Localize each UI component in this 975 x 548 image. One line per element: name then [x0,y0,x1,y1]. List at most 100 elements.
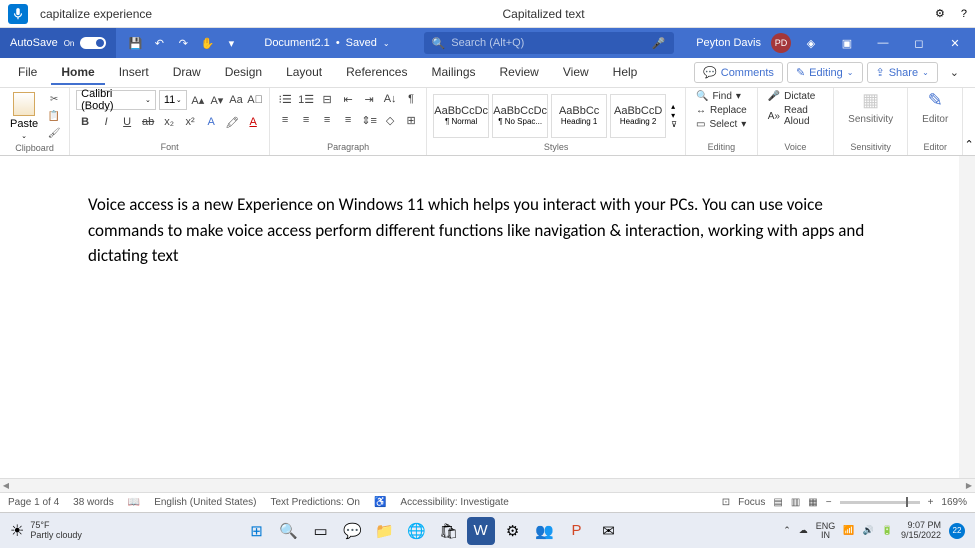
subscript-button[interactable]: x₂ [160,113,178,131]
text-effects-icon[interactable]: A [202,113,220,131]
word-icon[interactable]: W [467,517,495,545]
mic-search-icon[interactable]: 🎤 [652,37,666,50]
numbering-icon[interactable]: 1☰ [297,90,315,108]
comments-button[interactable]: 💬Comments [694,62,783,83]
autosave-toggle[interactable]: AutoSave On [0,28,116,58]
show-marks-icon[interactable]: ¶ [402,90,420,108]
tab-references[interactable]: References [336,61,417,85]
minimize-button[interactable]: — [867,32,899,54]
widgets-icon[interactable]: 💬 [339,517,367,545]
font-size-select[interactable]: 11⌄ [159,90,187,110]
teams-icon[interactable]: 👥 [531,517,559,545]
highlight-icon[interactable]: 🖍 [223,113,241,131]
zoom-slider[interactable] [840,501,920,504]
focus-icon[interactable]: ⊡ [722,497,730,508]
microphone-icon[interactable] [8,4,28,24]
style--normal[interactable]: AaBbCcDc¶ Normal [433,94,489,138]
page-count[interactable]: Page 1 of 4 [8,497,59,508]
strikethrough-button[interactable]: ab [139,113,157,131]
search-taskbar-icon[interactable]: 🔍 [275,517,303,545]
zoom-in-button[interactable]: + [928,497,934,508]
collapse-ribbon-icon[interactable]: ⌄ [942,63,967,82]
copy-icon[interactable]: 📋 [45,108,63,124]
format-painter-icon[interactable]: 🖌 [45,125,63,141]
justify-icon[interactable]: ≡ [339,111,357,129]
bold-button[interactable]: B [76,113,94,131]
tab-layout[interactable]: Layout [276,61,332,85]
styles-down-icon[interactable]: ▾ [671,111,677,120]
line-spacing-icon[interactable]: ⇕≡ [360,111,378,129]
weather-widget[interactable]: 75°F Partly cloudy [30,521,82,541]
font-color-icon[interactable]: A [244,113,262,131]
touch-mode-icon[interactable]: ✋ [196,32,218,54]
read-aloud-button[interactable]: A»Read Aloud [764,104,827,128]
bullets-icon[interactable]: ⁝☰ [276,90,294,108]
help-icon[interactable]: ? [961,8,967,20]
edge-icon[interactable]: 🌐 [403,517,431,545]
powerpoint-icon[interactable]: P [563,517,591,545]
editing-button[interactable]: ✎Editing⌄ [787,62,863,83]
close-button[interactable]: ✕ [939,32,971,54]
store-icon[interactable]: 🛍 [435,517,463,545]
shading-icon[interactable]: ◇ [381,111,399,129]
font-name-select[interactable]: Calibri (Body)⌄ [76,90,156,110]
document-text[interactable]: Voice access is a new Experience on Wind… [88,192,871,269]
onedrive-icon[interactable]: ☁ [799,525,808,536]
read-mode-icon[interactable]: ▤ [773,497,782,508]
tab-design[interactable]: Design [215,61,272,85]
align-center-icon[interactable]: ≡ [297,111,315,129]
accessibility-status[interactable]: Accessibility: Investigate [400,497,508,508]
maximize-button[interactable]: ◻ [903,32,935,54]
underline-button[interactable]: U [118,113,136,131]
search-input[interactable]: 🔍 Search (Alt+Q) 🎤 [424,32,674,54]
tab-file[interactable]: File [8,61,47,85]
mail-icon[interactable]: ✉ [595,517,623,545]
style-heading-2[interactable]: AaBbCcDHeading 2 [610,94,666,138]
horizontal-scrollbar[interactable]: ◀ ▶ [0,478,975,492]
present-icon[interactable]: ▣ [831,32,863,54]
clear-format-icon[interactable]: A⃠ [247,91,263,109]
battery-icon[interactable]: 🔋 [882,525,893,536]
zoom-out-button[interactable]: − [826,497,832,508]
volume-icon[interactable]: 🔊 [863,525,874,536]
tab-insert[interactable]: Insert [109,61,159,85]
weather-icon[interactable]: ☀ [10,521,24,541]
superscript-button[interactable]: x² [181,113,199,131]
grow-font-icon[interactable]: A▴ [190,91,206,109]
vertical-scrollbar[interactable] [961,158,973,218]
style-heading-1[interactable]: AaBbCcHeading 1 [551,94,607,138]
predictions-status[interactable]: Text Predictions: On [270,497,359,508]
settings-taskbar-icon[interactable]: ⚙ [499,517,527,545]
replace-button[interactable]: ↔Replace [692,104,751,117]
web-layout-icon[interactable]: ▦ [808,497,817,508]
notification-badge[interactable]: 22 [949,523,965,539]
tab-review[interactable]: Review [490,61,549,85]
tab-home[interactable]: Home [51,61,104,85]
tab-draw[interactable]: Draw [163,61,211,85]
clock[interactable]: 9:07 PM 9/15/2022 [901,521,941,541]
zoom-level[interactable]: 169% [941,497,967,508]
sensitivity-button[interactable]: ▦Sensitivity [840,90,901,125]
wifi-icon[interactable]: 📶 [843,525,854,536]
undo-icon[interactable]: ↶ [148,32,170,54]
tab-help[interactable]: Help [603,61,648,85]
multilevel-icon[interactable]: ⊟ [318,90,336,108]
redo-icon[interactable]: ↷ [172,32,194,54]
find-button[interactable]: 🔍Find▾ [692,90,751,103]
document-name[interactable]: Document2.1 • Saved ⌄ [250,37,403,49]
styles-more-icon[interactable]: ⊽ [671,120,677,129]
explorer-icon[interactable]: 📁 [371,517,399,545]
editor-button[interactable]: ✎Editor [914,90,956,125]
align-right-icon[interactable]: ≡ [318,111,336,129]
user-name[interactable]: Peyton Davis [696,37,761,49]
word-count[interactable]: 38 words [73,497,114,508]
paste-button[interactable]: Paste ⌄ [6,90,42,142]
select-button[interactable]: ▭Select▾ [692,118,751,131]
style--no-spac-[interactable]: AaBbCcDc¶ No Spac... [492,94,548,138]
share-button[interactable]: ⇪Share⌄ [867,62,938,83]
sort-icon[interactable]: A↓ [381,90,399,108]
print-layout-icon[interactable]: ▥ [791,497,800,508]
start-icon[interactable]: ⊞ [243,517,271,545]
customize-qat-icon[interactable]: ▾ [220,32,242,54]
change-case-icon[interactable]: Aa [228,91,244,109]
